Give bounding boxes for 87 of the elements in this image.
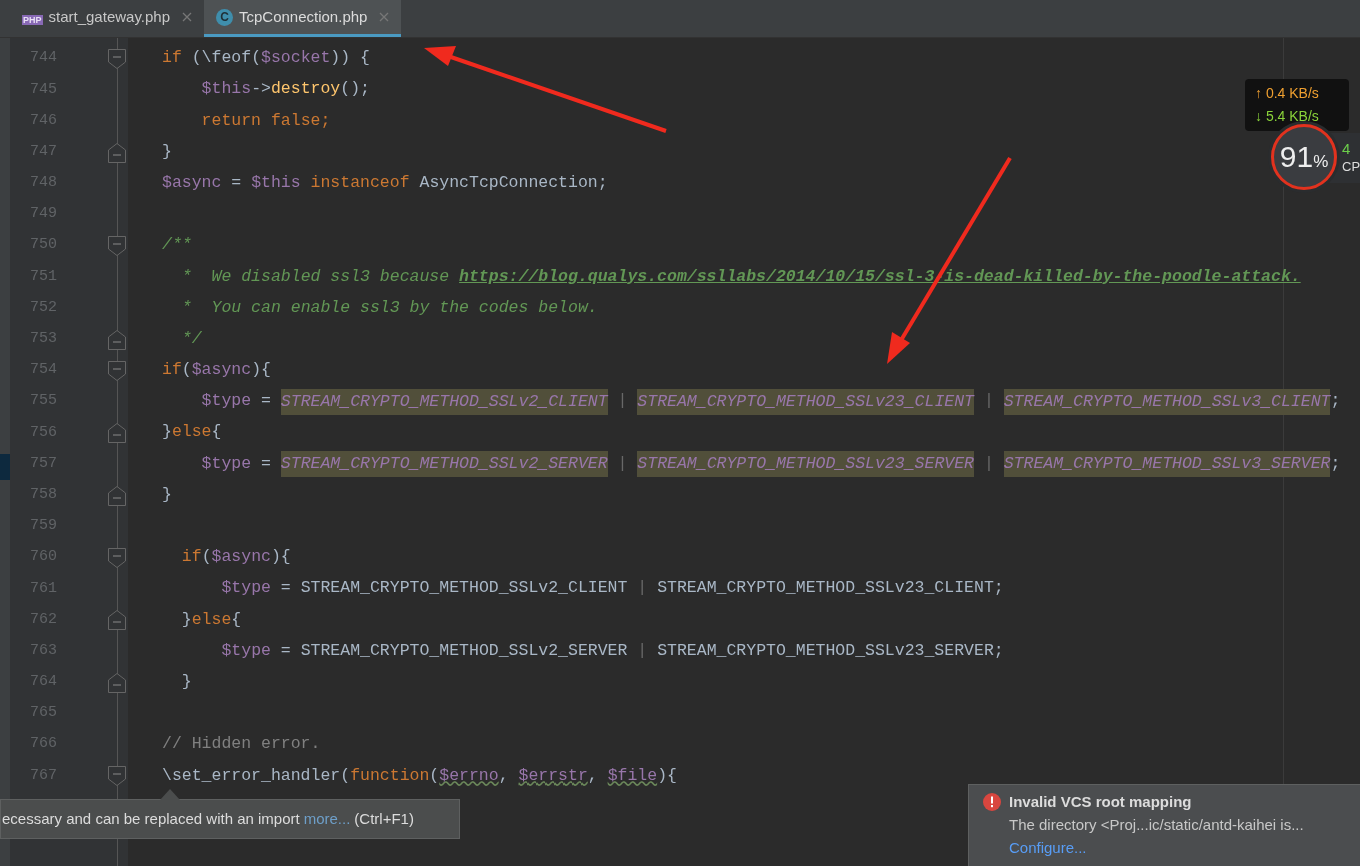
keyword: function (350, 764, 430, 787)
code-comment: // Hidden error. (162, 733, 321, 756)
code-text: { (211, 421, 222, 444)
variable: $file (607, 764, 658, 787)
code-text: ( (429, 764, 440, 787)
code-text: } (162, 483, 172, 506)
variable: $errstr (518, 764, 588, 787)
code-text: } (162, 421, 172, 444)
code-text: ){ (270, 546, 291, 569)
highlighted-constant: STREAM_CRYPTO_METHOD_SSLv23_SERVER (637, 451, 974, 478)
doc-comment: * You can enable ssl3 by the codes below. (181, 296, 598, 319)
variable: $async (162, 171, 222, 194)
highlighted-constant: STREAM_CRYPTO_METHOD_SSLv3_SERVER (1003, 451, 1331, 478)
code-text: = (261, 390, 271, 413)
code-text: ( (181, 359, 192, 382)
code-text: ( (201, 546, 212, 569)
code-text: = (231, 171, 242, 194)
more-link[interactable]: more... (303, 807, 351, 831)
pipe-operator: | (983, 452, 994, 475)
download-speed: ↓ 5.4 KB/s (1255, 107, 1320, 126)
variable: $type (221, 639, 271, 662)
keyword: instanceof (310, 171, 410, 194)
code-text: { (231, 608, 242, 631)
code-text: ; (1330, 452, 1341, 475)
cpu-side-label: CP (1342, 158, 1360, 176)
code-text: , (498, 764, 509, 787)
code-text: ){ (251, 359, 271, 382)
upload-speed: ↑ 0.4 KB/s (1255, 84, 1320, 103)
error-icon (983, 793, 1001, 811)
highlighted-constant: STREAM_CRYPTO_METHOD_SSLv23_CLIENT (637, 388, 974, 415)
code-text: } (162, 140, 172, 163)
keyword: else (171, 421, 212, 444)
method-name: destroy (270, 78, 341, 101)
pipe-operator: | (637, 577, 648, 600)
code-text: ; (1330, 390, 1341, 413)
php-file-icon: PHP (22, 15, 43, 25)
keyword: if (162, 359, 182, 382)
variable: $type (201, 452, 252, 475)
variable: $this (251, 171, 301, 194)
code-text: = STREAM_CRYPTO_METHOD_SSLv2_SERVER (280, 639, 628, 662)
variable: $errno (439, 764, 499, 787)
pipe-operator: | (983, 390, 994, 413)
keyword: else (191, 608, 232, 631)
code-text: , (587, 764, 598, 787)
class-icon: C (216, 8, 233, 26)
keyword: return false; (201, 109, 331, 132)
file-tab[interactable]: C TcpConnection.php (204, 0, 402, 37)
doc-comment: * We disabled ssl3 because (181, 265, 450, 288)
notification-title: Invalid VCS root mapping (1009, 792, 1192, 812)
code-text: STREAM_CRYPTO_METHOD_SSLv23_CLIENT; (657, 577, 1004, 600)
pipe-operator: | (637, 639, 648, 662)
pipe-operator: | (617, 452, 628, 475)
variable: $async (191, 359, 252, 382)
shortcut-hint: (Ctrl+F1) (354, 808, 414, 829)
cpu-percent: 91% (1279, 142, 1329, 172)
code-text: } (181, 608, 192, 631)
variable: $this (201, 78, 252, 101)
highlighted-constant: STREAM_CRYPTO_METHOD_SSLv2_SERVER (280, 451, 608, 478)
code-text: -> (251, 78, 271, 101)
highlighted-constant: STREAM_CRYPTO_METHOD_SSLv3_CLIENT (1003, 388, 1331, 415)
code-text: ){ (657, 764, 677, 787)
close-icon[interactable] (182, 12, 192, 22)
variable: $type (221, 577, 271, 600)
code-text: \set_error_handler( (162, 764, 351, 787)
code-text: (); (340, 78, 370, 101)
code-text: (\feof( (191, 47, 262, 70)
variable: $socket (261, 47, 331, 70)
code-text: } (181, 670, 192, 693)
selection-marker (0, 454, 10, 480)
configure-link[interactable]: Configure... (1009, 838, 1087, 858)
code-text: = (261, 452, 271, 475)
code-text: = STREAM_CRYPTO_METHOD_SSLv2_CLIENT (280, 577, 628, 600)
code-text: STREAM_CRYPTO_METHOD_SSLv23_SERVER; (657, 639, 1004, 662)
tooltip-text: ecessary and can be replaced with an import (2, 808, 300, 829)
close-icon[interactable] (379, 12, 390, 22)
cpu-side-value: 4 (1342, 140, 1352, 158)
doc-comment: */ (181, 327, 202, 350)
code-text: AsyncTcpConnection; (419, 171, 608, 194)
notification-message: The directory <Proj...ic/static/antd-kaihei is... (1008, 815, 1305, 835)
variable: $async (211, 546, 271, 569)
code-text: )) { (330, 47, 370, 70)
pipe-operator: | (617, 390, 628, 413)
variable: $type (201, 390, 252, 413)
keyword: if (181, 546, 202, 569)
doc-comment: /** (162, 234, 192, 257)
keyword: if (162, 47, 182, 70)
highlighted-constant: STREAM_CRYPTO_METHOD_SSLv2_CLIENT (280, 388, 608, 415)
